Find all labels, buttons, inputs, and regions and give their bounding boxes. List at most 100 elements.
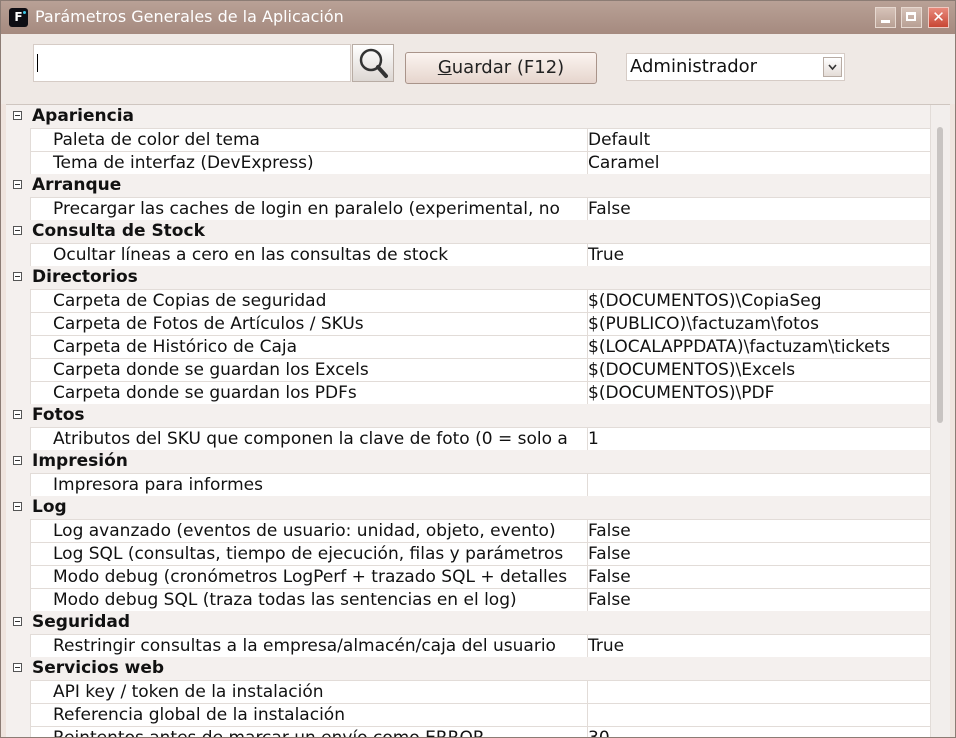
- property-value-cell[interactable]: [587, 703, 931, 726]
- property-value-cell[interactable]: $(DOCUMENTOS)\CopiaSeg: [587, 289, 931, 312]
- property-row[interactable]: Carpeta de Fotos de Artículos / SKUs $(PU…: [6, 312, 931, 335]
- collapse-minus-icon[interactable]: [13, 410, 22, 419]
- property-row[interactable]: Carpeta donde se guardan los PDFs $(DOCUM…: [6, 381, 931, 404]
- collapse-minus-icon[interactable]: [13, 180, 22, 189]
- property-value-cell[interactable]: Caramel: [587, 151, 931, 174]
- property-row[interactable]: Modo debug (cronómetros LogPerf + trazad…: [6, 565, 931, 588]
- property-name-cell[interactable]: Precargar las caches de login en paralel…: [30, 197, 587, 220]
- vertical-scrollbar-thumb[interactable]: [937, 127, 943, 423]
- category-row[interactable]: Log: [6, 496, 930, 519]
- property-name-cell[interactable]: Modo debug SQL (traza todas las sentenci…: [30, 588, 587, 611]
- property-name-cell[interactable]: Reintentos antes de marcar un envío como…: [30, 726, 587, 737]
- property-value-cell[interactable]: [587, 680, 931, 703]
- text-caret: [37, 54, 38, 72]
- category-row[interactable]: Directorios: [6, 266, 930, 289]
- property-value-cell[interactable]: True: [587, 243, 931, 266]
- collapse-minus-icon[interactable]: [13, 456, 22, 465]
- category-row[interactable]: Impresión: [6, 450, 930, 473]
- property-name-cell[interactable]: Paleta de color del tema: [30, 128, 587, 151]
- property-value-cell[interactable]: Default: [587, 128, 931, 151]
- property-name-cell[interactable]: Log avanzado (eventos de usuario: unidad…: [30, 519, 587, 542]
- property-name-cell[interactable]: Carpeta donde se guardan los Excels: [30, 358, 587, 381]
- property-row[interactable]: Log avanzado (eventos de usuario: unidad…: [6, 519, 931, 542]
- role-select[interactable]: Administrador: [626, 53, 845, 81]
- property-value-cell[interactable]: [587, 473, 931, 496]
- property-grid-rows: Apariencia Paleta de color del tema Defaul…: [6, 105, 931, 737]
- category-row[interactable]: Apariencia: [6, 105, 930, 128]
- maximize-button[interactable]: [901, 7, 922, 28]
- property-value-cell[interactable]: $(DOCUMENTOS)\PDF: [587, 381, 931, 404]
- category-row[interactable]: Arranque: [6, 174, 930, 197]
- chevron-down-icon: [828, 64, 837, 71]
- property-row[interactable]: Ocultar líneas a cero en las consultas d…: [6, 243, 931, 266]
- category-row[interactable]: Seguridad: [6, 611, 930, 634]
- property-name-cell[interactable]: Carpeta de Copias de seguridad: [30, 289, 587, 312]
- collapse-minus-icon[interactable]: [13, 272, 22, 281]
- app-logo-letter: F: [14, 10, 23, 24]
- property-value-cell[interactable]: False: [587, 519, 931, 542]
- save-button[interactable]: Guardar (F12): [405, 52, 597, 84]
- category-row[interactable]: Consulta de Stock: [6, 220, 930, 243]
- property-row[interactable]: Carpeta donde se guardan los Excels $(DOC…: [6, 358, 931, 381]
- property-value-cell[interactable]: $(LOCALAPPDATA)\factuzam\tickets: [587, 335, 931, 358]
- property-name-cell[interactable]: API key / token de la instalación: [30, 680, 587, 703]
- property-name-cell[interactable]: Atributos del SKU que componen la clave …: [30, 427, 587, 450]
- minimize-icon: [881, 20, 890, 23]
- collapse-minus-icon[interactable]: [13, 617, 22, 626]
- search-button[interactable]: [352, 44, 394, 82]
- property-name-cell[interactable]: Modo debug (cronómetros LogPerf + trazad…: [30, 565, 587, 588]
- property-row[interactable]: Precargar las caches de login en paralel…: [6, 197, 931, 220]
- collapse-minus-icon[interactable]: [13, 111, 22, 120]
- property-row[interactable]: Atributos del SKU que componen la clave …: [6, 427, 931, 450]
- property-name-cell[interactable]: Impresora para informes: [30, 473, 587, 496]
- category-row[interactable]: Servicios web: [6, 657, 930, 680]
- property-row[interactable]: API key / token de la instalación: [6, 680, 931, 703]
- property-value-cell[interactable]: 30: [587, 726, 931, 737]
- role-select-dropdown-button[interactable]: [823, 57, 842, 77]
- property-name: Impresora para informes: [53, 475, 263, 495]
- property-row[interactable]: Paleta de color del tema Default: [6, 128, 931, 151]
- category-label: Impresión: [32, 451, 128, 471]
- property-value-cell[interactable]: False: [587, 588, 931, 611]
- property-name-cell[interactable]: Carpeta de Histórico de Caja: [30, 335, 587, 358]
- app-logo-icon[interactable]: F: [9, 8, 28, 27]
- property-value-cell[interactable]: $(PUBLICO)\factuzam\fotos: [587, 312, 931, 335]
- property-row[interactable]: Modo debug SQL (traza todas las sentenci…: [6, 588, 931, 611]
- property-row[interactable]: Tema de interfaz (DevExpress) Caramel: [6, 151, 931, 174]
- category-row[interactable]: Fotos: [6, 404, 930, 427]
- collapse-minus-icon[interactable]: [13, 502, 22, 511]
- property-row[interactable]: Impresora para informes: [6, 473, 931, 496]
- property-name: Restringir consultas a la empresa/almacé…: [53, 636, 556, 656]
- property-value-cell[interactable]: True: [587, 634, 931, 657]
- property-row[interactable]: Referencia global de la instalación: [6, 703, 931, 726]
- property-value-cell[interactable]: $(DOCUMENTOS)\Excels: [587, 358, 931, 381]
- property-value: False: [588, 544, 631, 564]
- minimize-button[interactable]: [875, 7, 896, 28]
- property-value: Default: [588, 130, 651, 150]
- property-name: Modo debug (cronómetros LogPerf + trazad…: [53, 567, 568, 587]
- category-label: Seguridad: [32, 612, 131, 632]
- category-label: Directorios: [32, 267, 138, 287]
- property-row[interactable]: Carpeta de Copias de seguridad $(DOCUMENT…: [6, 289, 931, 312]
- property-row[interactable]: Restringir consultas a la empresa/almacé…: [6, 634, 931, 657]
- close-button[interactable]: ✕: [928, 7, 949, 28]
- vertical-scrollbar[interactable]: [930, 105, 950, 737]
- property-name-cell[interactable]: Carpeta donde se guardan los PDFs: [30, 381, 587, 404]
- property-name-cell[interactable]: Tema de interfaz (DevExpress): [30, 151, 587, 174]
- property-row[interactable]: Carpeta de Histórico de Caja $(LOCALAPPDA…: [6, 335, 931, 358]
- property-value-cell[interactable]: 1: [587, 427, 931, 450]
- property-name-cell[interactable]: Restringir consultas a la empresa/almacé…: [30, 634, 587, 657]
- property-value-cell[interactable]: False: [587, 565, 931, 588]
- property-name-cell[interactable]: Carpeta de Fotos de Artículos / SKUs: [30, 312, 587, 335]
- collapse-minus-icon[interactable]: [13, 226, 22, 235]
- search-input[interactable]: [33, 44, 351, 82]
- property-row[interactable]: Log SQL (consultas, tiempo de ejecución,…: [6, 542, 931, 565]
- property-row[interactable]: Reintentos antes de marcar un envío como…: [6, 726, 931, 737]
- property-name-cell[interactable]: Ocultar líneas a cero en las consultas d…: [30, 243, 587, 266]
- property-name-cell[interactable]: Referencia global de la instalación: [30, 703, 587, 726]
- property-name-cell[interactable]: Log SQL (consultas, tiempo de ejecución,…: [30, 542, 587, 565]
- title-bar[interactable]: F Parámetros Generales de la Aplicación …: [1, 1, 955, 34]
- collapse-minus-icon[interactable]: [13, 663, 22, 672]
- property-value-cell[interactable]: False: [587, 542, 931, 565]
- property-value-cell[interactable]: False: [587, 197, 931, 220]
